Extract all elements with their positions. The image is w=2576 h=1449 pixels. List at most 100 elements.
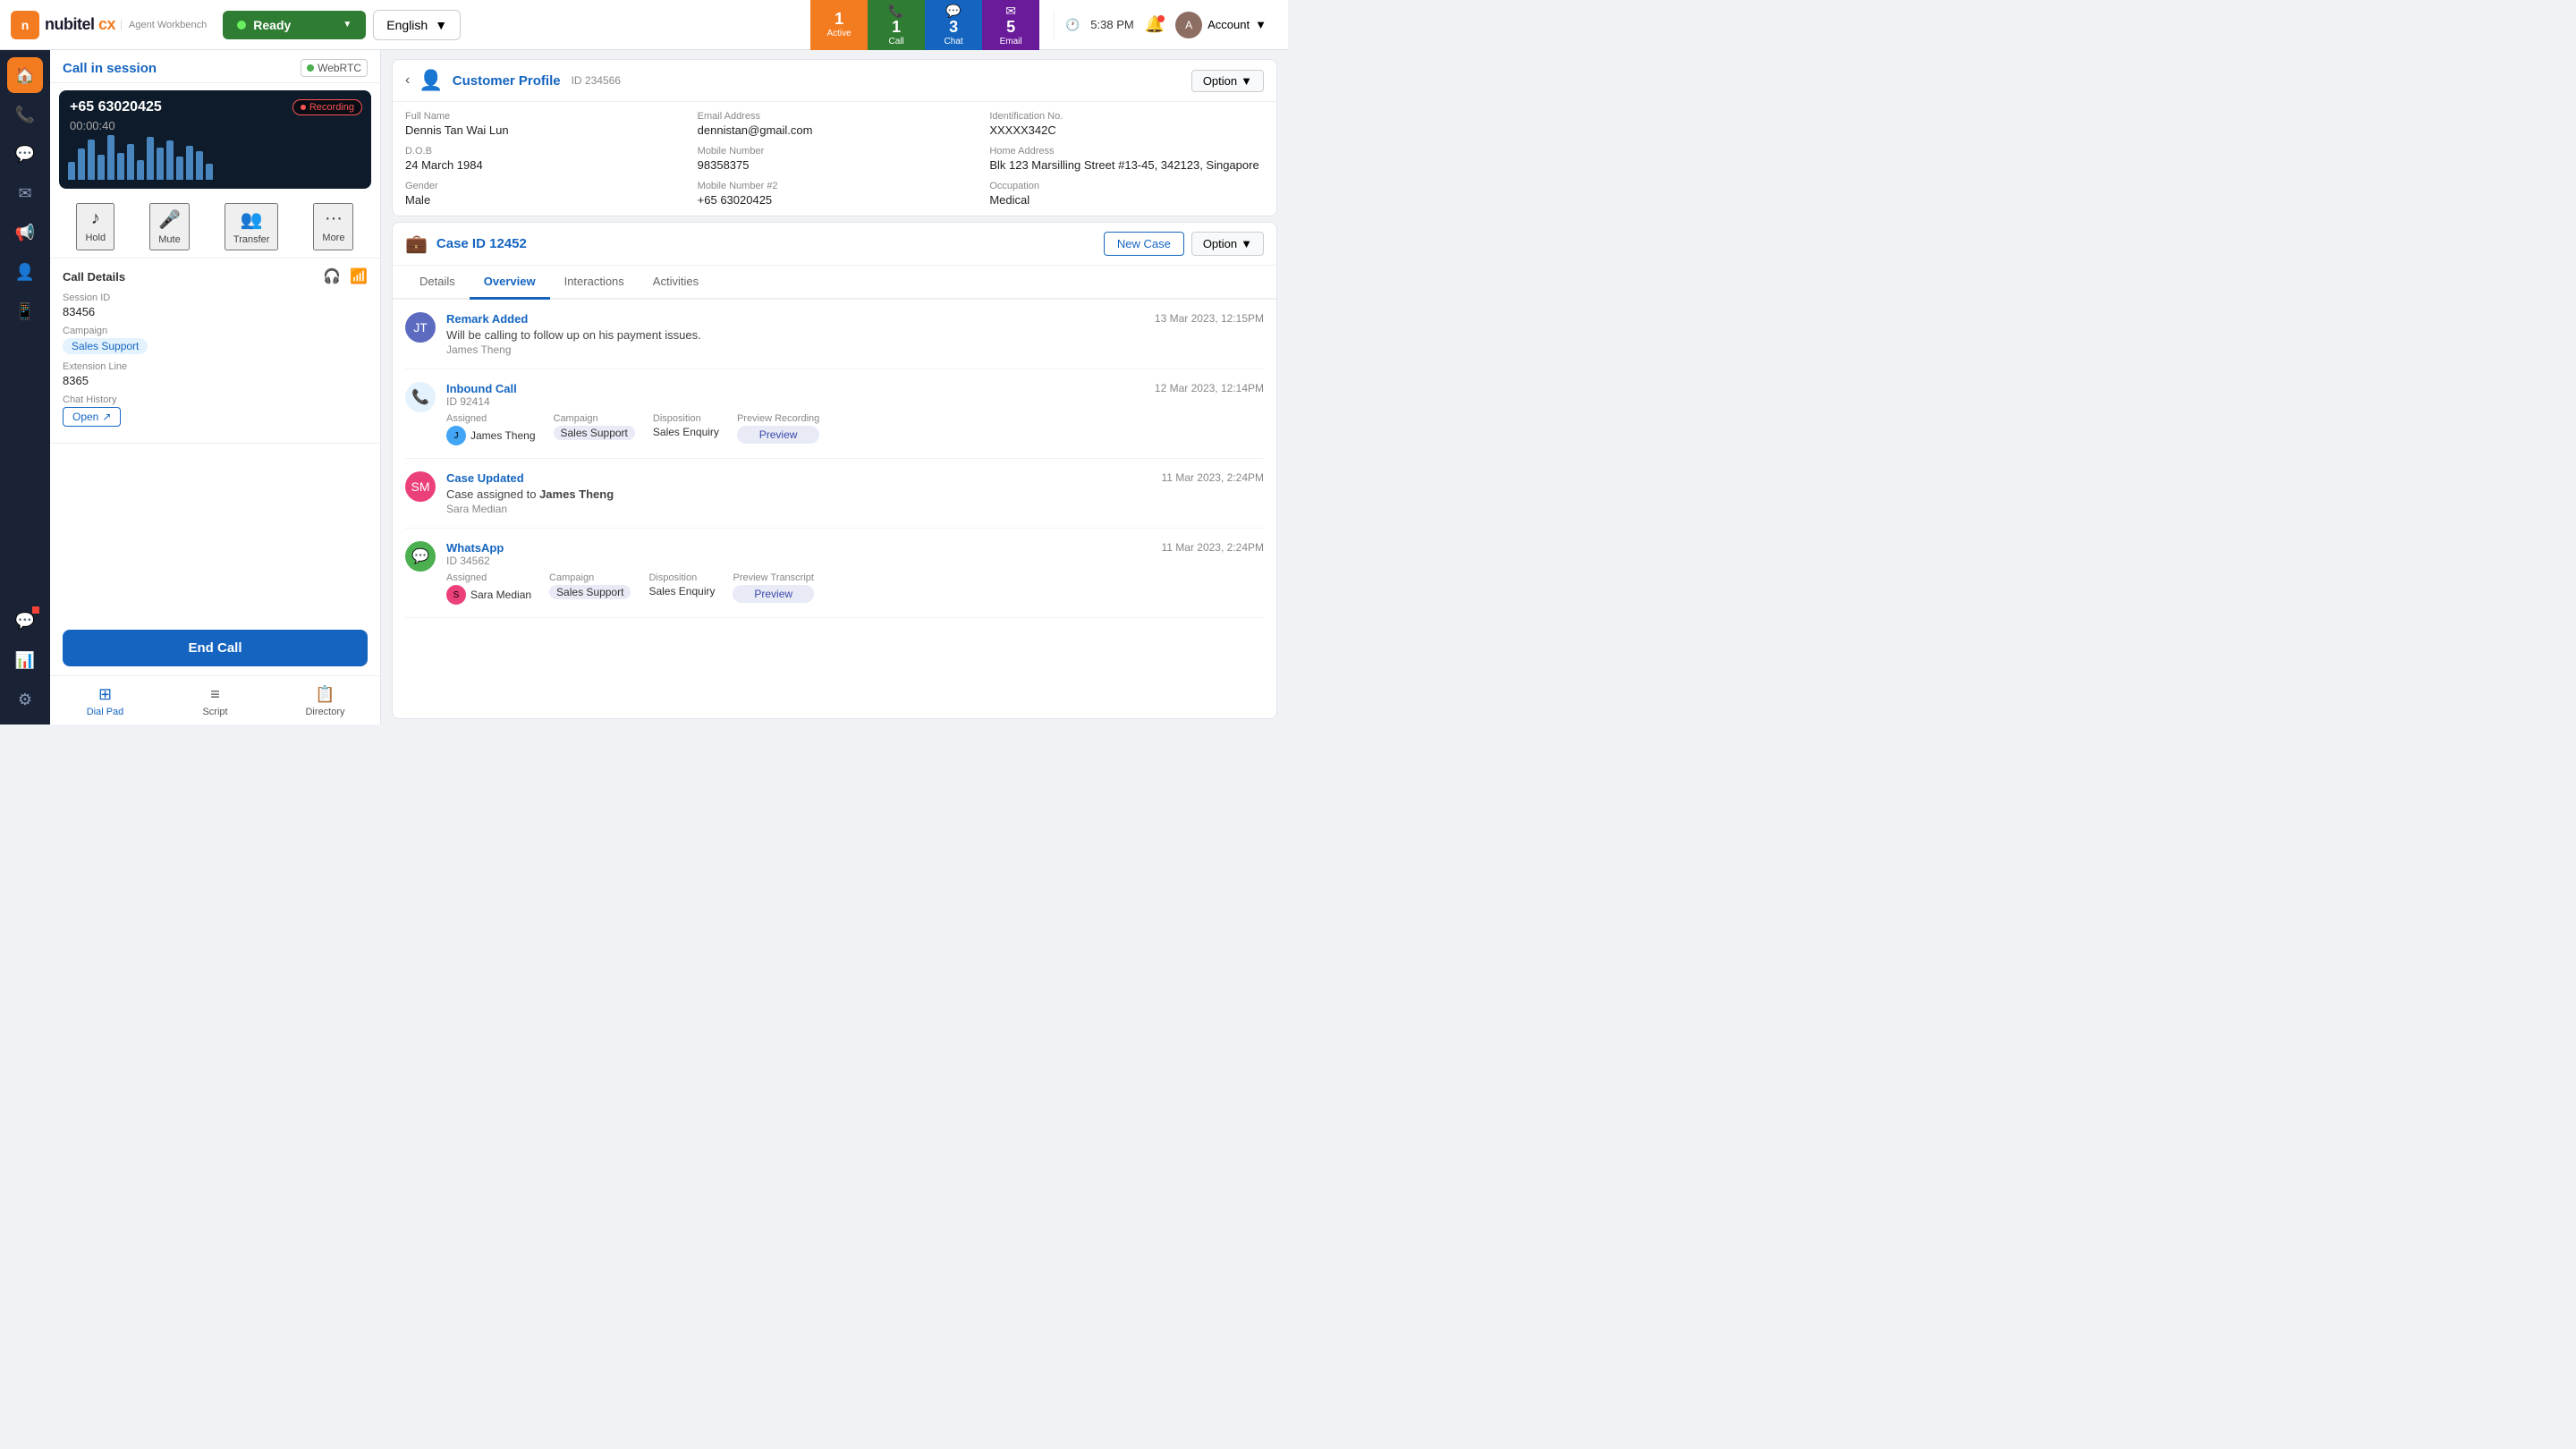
case-update-text: Case assigned to James Theng: [446, 487, 1150, 501]
account-arrow-icon: ▼: [1255, 18, 1267, 31]
directory-label: Directory: [305, 707, 344, 717]
hold-button[interactable]: ♪ Hold: [76, 203, 114, 250]
eq-bar-5: [107, 135, 114, 180]
inbound-title-text: Inbound Call: [446, 382, 517, 395]
chat-counter[interactable]: 💬 3 Chat: [925, 0, 982, 50]
activity-case-update: SM Case Updated Case assigned to James T…: [405, 459, 1264, 529]
hold-label: Hold: [85, 233, 106, 243]
campaign-value: Sales Support: [63, 338, 368, 354]
profile-option-button[interactable]: Option ▼: [1191, 70, 1264, 92]
new-case-button[interactable]: New Case: [1104, 232, 1184, 256]
case-update-author: Sara Median: [446, 503, 1150, 515]
whatsapp-preview-button[interactable]: Preview: [733, 585, 813, 603]
remark-text: Will be calling to follow up on his paym…: [446, 328, 1144, 342]
case-update-title: Case Updated: [446, 471, 1150, 485]
call-number: +65 63020425: [70, 99, 162, 115]
sidebar-dialpad-icon[interactable]: 📱: [7, 293, 43, 329]
tab-script[interactable]: ≡ Script: [160, 682, 270, 721]
eq-bar-14: [196, 151, 203, 180]
inbound-assignee-name: James Theng: [470, 429, 536, 442]
gender-label: Gender: [405, 181, 680, 191]
directory-icon: 📋: [315, 685, 335, 704]
equalizer: [68, 135, 213, 180]
notification-bell[interactable]: 🔔: [1145, 15, 1165, 34]
sidebar-home-icon[interactable]: 🏠: [7, 57, 43, 93]
case-update-avatar: SM: [405, 471, 436, 502]
status-button[interactable]: Ready ▼: [223, 11, 366, 39]
account-button[interactable]: A Account ▼: [1175, 12, 1267, 38]
whatsapp-item: 💬 WhatsApp ID 34562 Assigned S Sara Med: [405, 529, 1264, 618]
whatsapp-id: ID 34562: [446, 555, 1150, 567]
status-arrow-icon: ▼: [343, 20, 352, 30]
external-link-icon: ↗: [102, 411, 111, 423]
profile-option-label: Option: [1203, 74, 1237, 88]
transfer-label: Transfer: [233, 234, 270, 245]
profile-id: ID 234566: [572, 74, 621, 87]
more-button[interactable]: ··· More: [313, 203, 353, 250]
active-label: Active: [826, 29, 851, 38]
profile-field-mobile: Mobile Number 98358375: [698, 146, 972, 172]
tab-interactions[interactable]: Interactions: [550, 266, 639, 300]
case-title: Case ID 12452: [436, 236, 527, 251]
whatsapp-time: 11 Mar 2023, 2:24PM: [1161, 541, 1264, 554]
right-panel: ‹ 👤 Customer Profile ID 234566 Option ▼ …: [381, 50, 1288, 724]
whatsapp-assigned-user: S Sara Median: [446, 585, 531, 605]
status-label: Ready: [253, 18, 291, 32]
whatsapp-disposition-value: Sales Enquiry: [648, 585, 715, 597]
language-label: English: [386, 18, 428, 32]
transfer-button[interactable]: 👥 Transfer: [225, 203, 279, 250]
whatsapp-meta: Assigned S Sara Median Campaign Sales Su…: [446, 572, 1150, 605]
sidebar-settings-icon[interactable]: ⚙: [7, 682, 43, 717]
tab-directory[interactable]: 📋 Directory: [270, 682, 380, 721]
sidebar-notifications-icon[interactable]: 💬: [7, 603, 43, 639]
active-counter[interactable]: 1 Active: [810, 0, 868, 50]
profile-field-gender: Gender Male: [405, 181, 680, 207]
mute-button[interactable]: 🎤 Mute: [149, 203, 190, 250]
headset-icon: 🎧: [323, 267, 341, 285]
script-label: Script: [202, 707, 227, 717]
user-avatar: A: [1175, 12, 1202, 38]
call-counter[interactable]: 📞 1 Call: [868, 0, 925, 50]
remark-time: 13 Mar 2023, 12:15PM: [1155, 312, 1264, 356]
sidebar-broadcast-icon[interactable]: 📢: [7, 215, 43, 250]
call-details-icons: 🎧 📶: [323, 267, 368, 285]
chat-label: Chat: [945, 37, 963, 47]
eq-bar-2: [78, 148, 85, 180]
tab-activities[interactable]: Activities: [639, 266, 713, 300]
profile-icon: 👤: [419, 69, 443, 92]
main-layout: 🏠 📞 💬 ✉ 📢 👤 📱 💬 📊 ⚙ Call in session WebR…: [0, 50, 1288, 724]
case-content: JT Remark Added Will be calling to follo…: [393, 300, 1276, 718]
wifi-icon: 📶: [350, 267, 368, 285]
tab-dialpad[interactable]: ⊞ Dial Pad: [50, 682, 160, 721]
session-id-row: Session ID 83456: [63, 292, 368, 318]
gender-value: Male: [405, 193, 680, 207]
eq-bar-15: [206, 164, 213, 180]
sidebar-chat-icon[interactable]: 💬: [7, 136, 43, 172]
activity-remark: JT Remark Added Will be calling to follo…: [405, 300, 1264, 369]
whatsapp-campaign-value: Sales Support: [549, 585, 631, 599]
sidebar-phone-icon[interactable]: 📞: [7, 97, 43, 132]
inbound-preview-button[interactable]: Preview: [737, 426, 819, 444]
inbound-call-id: ID 92414: [446, 395, 1144, 408]
call-details-header: Call Details 🎧 📶: [63, 267, 368, 285]
dob-value: 24 March 1984: [405, 158, 680, 172]
whatsapp-disposition-label: Disposition: [648, 572, 715, 583]
remark-avatar: JT: [405, 312, 436, 343]
sidebar-contacts-icon[interactable]: 👤: [7, 254, 43, 290]
inbound-call-time: 12 Mar 2023, 12:14PM: [1155, 382, 1264, 394]
back-arrow-icon[interactable]: ‹: [405, 72, 410, 89]
profile-field-address: Home Address Blk 123 Marsilling Street #…: [989, 146, 1264, 172]
sidebar-analytics-icon[interactable]: 📊: [7, 642, 43, 678]
language-button[interactable]: English ▼: [373, 10, 461, 40]
eq-bar-7: [127, 144, 134, 180]
whatsapp-preview-field: Preview Transcript Preview: [733, 572, 813, 605]
end-call-button[interactable]: End Call: [63, 630, 368, 666]
tab-overview[interactable]: Overview: [470, 266, 550, 300]
case-option-button[interactable]: Option ▼: [1191, 232, 1264, 256]
open-chat-button[interactable]: Open ↗: [63, 407, 121, 427]
tab-details[interactable]: Details: [405, 266, 470, 300]
fullname-label: Full Name: [405, 111, 680, 122]
email-counter[interactable]: ✉ 5 Email: [982, 0, 1039, 50]
sidebar-email-icon[interactable]: ✉: [7, 175, 43, 211]
inbound-disposition-label: Disposition: [653, 413, 719, 424]
